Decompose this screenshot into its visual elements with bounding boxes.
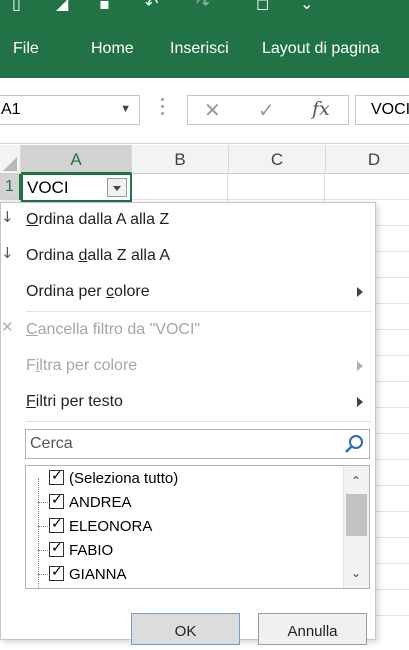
scroll-up-chevron-icon[interactable]: ⌃ (351, 474, 363, 488)
list-item-label: ELEONORA (69, 518, 153, 535)
tab-layout-di-pagina[interactable]: Layout di pagina (262, 40, 379, 58)
menu-label: Filtri per testo (26, 393, 123, 410)
formula-buttons: ✕ ✓ fx (187, 95, 349, 125)
menu-label: Filtra per colore (26, 357, 138, 374)
menu-divider (26, 311, 371, 312)
checkbox-checked[interactable] (49, 564, 64, 581)
menu-label: Ordina per colore (26, 283, 150, 300)
cancel-button[interactable]: Annulla (258, 613, 367, 645)
customize-chevron-icon[interactable]: ⌄ (300, 0, 313, 13)
list-item[interactable]: FABIO (26, 538, 344, 562)
list-item[interactable]: ELEONORA (26, 514, 344, 538)
list-item-select-all[interactable]: (Seleziona tutto) (26, 466, 344, 490)
menu-divider (26, 421, 371, 422)
sort-ascending-icon: ↓ (1, 208, 14, 226)
column-header-a[interactable]: A (21, 145, 132, 174)
search-icon[interactable] (343, 433, 365, 460)
submenu-arrow-icon (357, 287, 363, 297)
formula-input[interactable]: VOCI (355, 95, 409, 125)
tab-file[interactable]: File (13, 40, 39, 58)
filter-search-box (25, 429, 370, 459)
open-folder-icon[interactable]: ◢ (56, 0, 68, 13)
insert-function-icon[interactable]: fx (312, 98, 330, 120)
checkbox-checked[interactable] (49, 468, 64, 485)
clear-filter-icon: ✕ (1, 318, 14, 336)
tab-inserisci[interactable]: Inserisci (170, 40, 229, 58)
ok-button[interactable]: OK (131, 613, 240, 645)
checkbox-checked[interactable] (49, 516, 64, 533)
cancel-icon[interactable]: ✕ (204, 98, 221, 122)
menu-sort-by-color[interactable]: Ordina per colore (1, 275, 377, 309)
list-item-label: GIANNA (69, 566, 127, 583)
cell-a1[interactable]: VOCI (21, 173, 132, 202)
menu-clear-filter: ✕ Cancella filtro da "VOCI" (1, 313, 377, 347)
submenu-arrow-icon (357, 397, 363, 407)
menu-sort-a-to-z[interactable]: ↓ Ordina dalla A alla Z (1, 203, 377, 237)
scrollbar-thumb[interactable] (346, 494, 367, 536)
redo-icon[interactable]: ↷ (196, 0, 209, 13)
scroll-down-chevron-icon[interactable]: ⌄ (351, 566, 363, 580)
list-item-label: (Seleziona tutto) (69, 470, 179, 487)
row-header-1[interactable]: 1 (0, 174, 21, 200)
chevron-down-icon[interactable]: ▼ (120, 103, 131, 115)
checkbox-checked[interactable] (49, 540, 64, 557)
menu-text-filters[interactable]: Filtri per testo (1, 385, 377, 419)
list-item[interactable]: ANDREA (26, 490, 344, 514)
column-header-b[interactable]: B (132, 145, 229, 174)
autofilter-menu: ↓ Ordina dalla A alla Z ↓ Ordina dalla Z… (0, 202, 376, 640)
resize-handle[interactable] (160, 98, 166, 122)
name-box[interactable]: A1 ▼ (0, 95, 140, 125)
column-headers: A B C D (0, 145, 409, 174)
enter-check-icon[interactable]: ✓ (258, 98, 275, 122)
list-item[interactable]: GIANNA (26, 562, 344, 586)
tab-home[interactable]: Home (91, 40, 134, 58)
undo-icon[interactable]: ↶ (145, 0, 158, 13)
menu-label: Ordina dalla A alla Z (26, 211, 170, 228)
formula-bar: A1 ▼ ✕ ✓ fx VOCI (0, 78, 409, 144)
submenu-arrow-icon (357, 361, 363, 371)
list-item-label: ANDREA (69, 494, 132, 511)
list-item-label: FABIO (69, 542, 114, 559)
quick-access-toolbar: ▯ ◢ ▪ ↶ ↷ ◻ ⌄ (0, 0, 409, 16)
filter-values-list: (Seleziona tutto) ANDREA ELEONORA FABIO … (25, 465, 370, 589)
search-input[interactable] (26, 430, 336, 458)
document-icon[interactable]: ▯ (12, 0, 21, 13)
print-preview-icon[interactable]: ◻ (256, 0, 269, 13)
column-header-c[interactable]: C (229, 145, 326, 174)
save-icon[interactable]: ▪ (99, 0, 110, 13)
name-box-value: A1 (1, 101, 21, 118)
sort-descending-icon: ↓ (1, 244, 14, 262)
menu-sort-z-to-a[interactable]: ↓ Ordina dalla Z alla A (1, 239, 377, 273)
column-header-d[interactable]: D (326, 145, 409, 174)
list-scrollbar[interactable]: ⌃ ⌄ (343, 466, 369, 588)
autofilter-dropdown-button[interactable] (107, 178, 127, 197)
menu-label: Cancella filtro da "VOCI" (26, 321, 201, 338)
menu-filter-by-color: Filtra per colore (1, 349, 377, 383)
cell-a1-value: VOCI (27, 178, 69, 197)
ribbon-tabs: File Home Inserisci Layout di pagina (0, 16, 409, 78)
formula-value: VOCI (371, 101, 409, 118)
checkbox-checked[interactable] (49, 492, 64, 509)
menu-label: Ordina dalla Z alla A (26, 247, 171, 264)
select-all-corner[interactable] (0, 145, 21, 174)
